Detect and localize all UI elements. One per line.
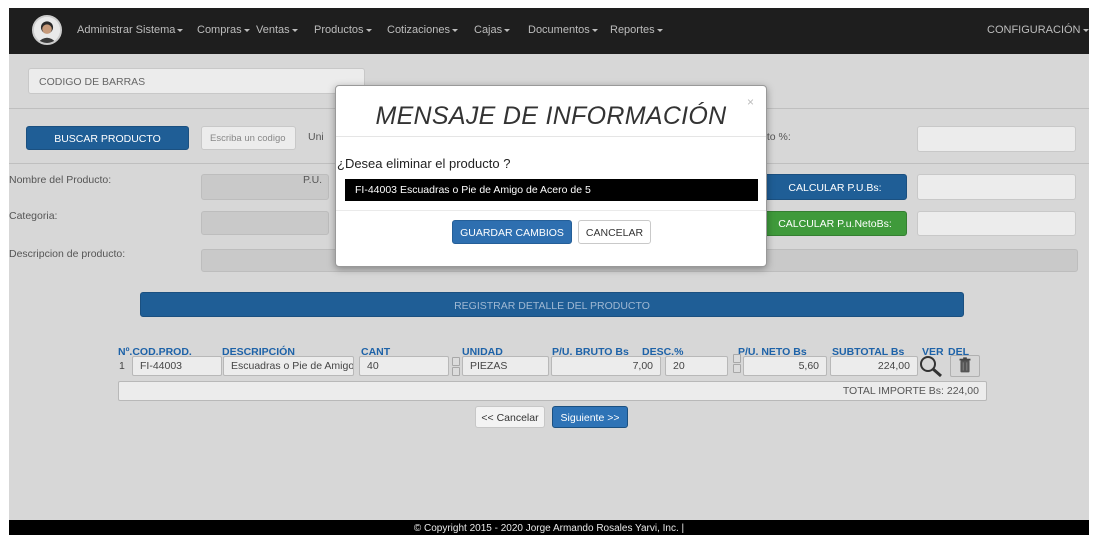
caret-down-icon	[591, 28, 598, 32]
app-frame: Administrar Sistema Compras Ventas Produ…	[9, 8, 1089, 535]
barcode-placeholder: CODIGO DE BARRAS	[39, 76, 146, 88]
caret-down-icon	[656, 28, 663, 32]
caret-down-icon	[504, 28, 511, 32]
caret-down-icon	[243, 28, 250, 32]
row-discount: 20	[665, 356, 728, 376]
row-net-price: 5,60	[743, 356, 827, 376]
unit-price-label: P.U.	[303, 174, 323, 186]
copyright-text: © Copyright 2015 - 2020 Jorge Armando Ro…	[413, 523, 685, 534]
caret-down-icon	[177, 28, 184, 32]
unit-label: Uni	[308, 131, 324, 143]
description-label: Descripcion de producto:	[9, 248, 126, 260]
category-label: Categoria:	[9, 210, 58, 222]
product-name-label: Nombre del Producto:	[9, 174, 112, 186]
view-button[interactable]	[918, 354, 944, 378]
row-gross-price: 7,00	[551, 356, 661, 376]
nav-cotizaciones[interactable]: Cotizaciones	[387, 24, 458, 36]
net-price-input[interactable]	[917, 211, 1076, 236]
avatar-icon	[34, 17, 60, 43]
caret-down-icon	[365, 28, 372, 32]
row-qty: 40	[359, 356, 449, 376]
total-amount: TOTAL IMPORTE Bs: 224,00	[118, 381, 987, 401]
footer: © Copyright 2015 - 2020 Jorge Armando Ro…	[9, 520, 1089, 535]
category-select[interactable]	[201, 211, 329, 235]
calc-unit-price-button[interactable]: CALCULAR P.U.Bs:	[763, 174, 907, 200]
barcode-input[interactable]: CODIGO DE BARRAS	[28, 68, 365, 94]
nav-configuracion[interactable]: CONFIGURACIÓN	[987, 24, 1089, 36]
cancel-link-button[interactable]: << Cancelar	[475, 406, 545, 428]
nav-administrar-sistema[interactable]: Administrar Sistema	[77, 24, 184, 36]
search-product-button[interactable]: BUSCAR PRODUCTO	[26, 126, 189, 150]
user-avatar[interactable]	[32, 15, 62, 45]
discount-spinner-down[interactable]	[733, 364, 741, 373]
modal-cancel-button[interactable]: CANCELAR	[578, 220, 651, 244]
caret-down-icon	[291, 28, 298, 32]
save-changes-button[interactable]: GUARDAR CAMBIOS	[452, 220, 572, 244]
modal-divider	[336, 210, 766, 211]
unit-price-input[interactable]	[917, 174, 1076, 200]
info-modal: MENSAJE DE INFORMACIÓN × ¿Desea eliminar…	[335, 85, 767, 267]
row-unit: PIEZAS	[462, 356, 549, 376]
product-code-placeholder: Escriba un codigo	[210, 133, 286, 144]
nav-compras[interactable]: Compras	[197, 24, 250, 36]
trash-icon	[959, 357, 971, 373]
qty-spinner-up[interactable]	[452, 357, 460, 366]
close-icon[interactable]: ×	[747, 95, 754, 109]
modal-question: ¿Desea eliminar el producto ?	[337, 156, 511, 171]
modal-divider	[336, 136, 766, 137]
discount-spinner-up[interactable]	[733, 354, 741, 363]
row-code: FI-44003	[132, 356, 222, 376]
row-number: 1	[119, 360, 125, 372]
calc-net-price-button[interactable]: CALCULAR P.u.NetoBs:	[763, 211, 907, 236]
caret-down-icon	[451, 28, 458, 32]
navbar: Administrar Sistema Compras Ventas Produ…	[9, 8, 1089, 54]
modal-title: MENSAJE DE INFORMACIÓN	[375, 102, 727, 130]
magnifier-icon	[920, 356, 942, 378]
nav-productos[interactable]: Productos	[314, 24, 372, 36]
nav-cajas[interactable]: Cajas	[474, 24, 511, 36]
nav-ventas[interactable]: Ventas	[256, 24, 298, 36]
next-button[interactable]: Siguiente >>	[552, 406, 628, 428]
row-description: Escuadras o Pie de Amigo	[223, 356, 354, 376]
nav-documentos[interactable]: Documentos	[528, 24, 598, 36]
delete-button[interactable]	[950, 355, 980, 377]
register-detail-button[interactable]: REGISTRAR DETALLE DEL PRODUCTO	[140, 292, 964, 317]
qty-spinner-down[interactable]	[452, 367, 460, 376]
product-code-input[interactable]: Escriba un codigo	[201, 126, 296, 150]
row-subtotal: 224,00	[830, 356, 918, 376]
modal-product-name: FI-44003 Escuadras o Pie de Amigo de Ace…	[345, 179, 758, 201]
nav-reportes[interactable]: Reportes	[610, 24, 663, 36]
caret-down-icon	[1082, 28, 1089, 32]
discount-input[interactable]	[917, 126, 1076, 152]
